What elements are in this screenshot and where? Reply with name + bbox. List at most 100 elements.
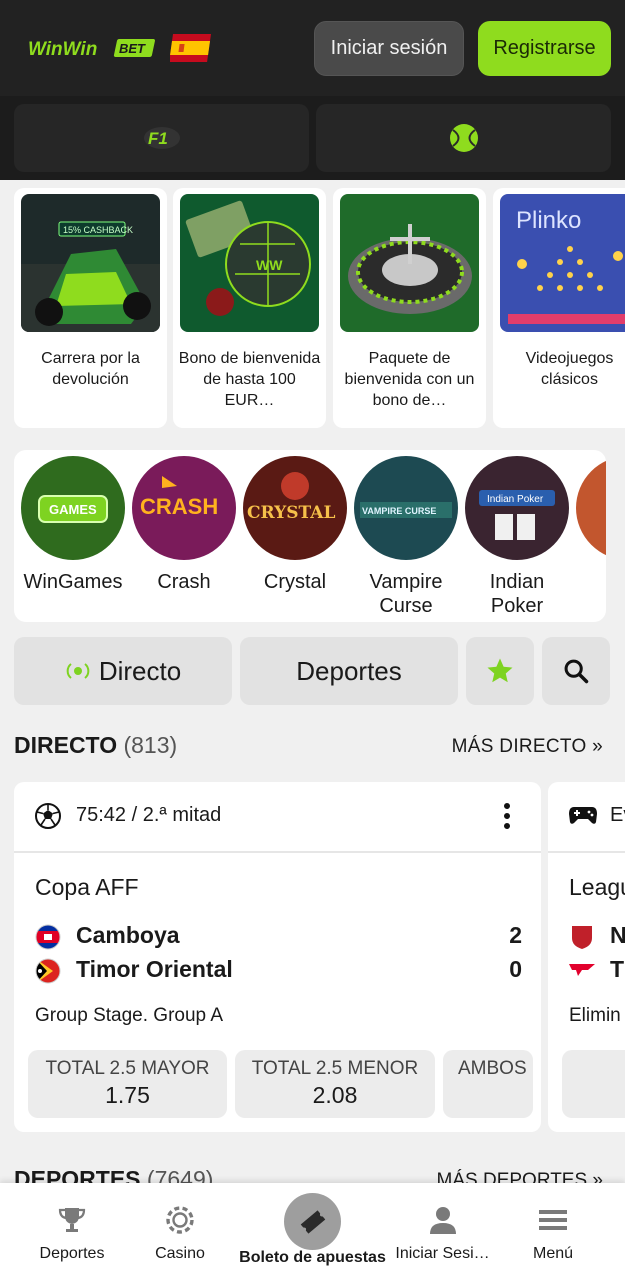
ticket-icon xyxy=(300,1209,325,1234)
promo-image-roulette xyxy=(340,194,479,332)
login-button[interactable]: Iniciar sesión xyxy=(314,21,464,76)
betslip-label[interactable]: Boleto de apuestas xyxy=(230,1249,395,1267)
game-name: Vampire Curse xyxy=(369,571,443,617)
register-button[interactable]: Registrarse xyxy=(478,21,611,76)
game-thumbnail: Indian Poker xyxy=(465,456,569,560)
match-stage: Group Stage. Group A xyxy=(35,1005,224,1026)
match-card-partial[interactable]: Ev Leagu N T Elimin xyxy=(548,782,625,1132)
promo-title: Videojuegos clásicos xyxy=(525,350,614,388)
team-row: Timor Oriental 0 xyxy=(35,956,522,986)
svg-text:VAMPIRE CURSE: VAMPIRE CURSE xyxy=(362,506,436,516)
game-name: B xyxy=(576,570,606,594)
game-item[interactable]: CRYSTAL Crystal xyxy=(243,456,347,594)
svg-text:WinWin: WinWin xyxy=(28,39,97,60)
odds-label: TOTAL 2.5 MAYOR xyxy=(45,1058,210,1079)
nav-menu-label: Menú xyxy=(532,1245,574,1262)
live-title-text: DIRECTO xyxy=(14,732,118,758)
tennis-tab[interactable] xyxy=(316,104,611,172)
promo-title: Carrera por la devolución xyxy=(41,350,140,388)
hamburger-menu-icon xyxy=(539,1210,567,1230)
nav-sports[interactable]: Deportes xyxy=(22,1183,122,1280)
game-item[interactable]: GAMES WinGames xyxy=(21,456,125,594)
promo-image-plinko: Plinko xyxy=(500,194,625,332)
game-item[interactable]: VAMPIRE CURSE Vampire Curse xyxy=(354,456,458,618)
game-item[interactable]: Indian Poker Indian Poker xyxy=(465,456,569,618)
f1-icon: F1 xyxy=(143,127,180,149)
team-name: Camboya xyxy=(76,922,180,948)
team-score: 0 xyxy=(509,956,522,982)
svg-text:CRYSTAL: CRYSTAL xyxy=(247,503,335,523)
more-live-link[interactable]: MÁS DIRECTO » xyxy=(452,736,603,758)
promo-card[interactable]: WW Bono de bienvenida de hasta 100 EUR… xyxy=(173,188,326,428)
league-name: Leagu xyxy=(569,874,625,900)
gamepad-icon xyxy=(569,807,597,824)
nav-casino-label: Casino xyxy=(155,1245,205,1262)
game-thumbnail: VAMPIRE CURSE xyxy=(354,456,458,560)
f1-tab[interactable]: F1 xyxy=(14,104,309,172)
match-card[interactable]: 75:42 / 2.ª mitad Copa AFF Camboya 2 Tim… xyxy=(14,782,541,1132)
nav-casino[interactable]: Casino xyxy=(130,1183,230,1280)
trophy-icon xyxy=(58,1208,86,1232)
sport-quick-nav: F1 xyxy=(0,96,625,180)
game-name: Indian Poker xyxy=(489,571,545,617)
game-thumbnail: GAMES xyxy=(21,456,125,560)
match-time: 75:42 / 2.ª mitad xyxy=(76,804,222,826)
top-header: WinWin BET Iniciar sesión Registrarse xyxy=(0,0,625,96)
star-icon xyxy=(487,658,513,683)
betslip-button[interactable] xyxy=(284,1193,341,1250)
game-name: Crash xyxy=(157,571,211,593)
team-logo-icon xyxy=(569,964,595,976)
team-score: 2 xyxy=(509,922,522,948)
promo-card[interactable]: Paquete de bienvenida con un bono de… xyxy=(333,188,486,428)
svg-text:15% CASHBACK: 15% CASHBACK xyxy=(63,225,133,235)
live-filter-button[interactable]: Directo xyxy=(14,637,232,705)
timor-leste-flag-icon xyxy=(35,958,61,984)
sports-filter-label: Deportes xyxy=(296,655,402,686)
nav-sports-label: Deportes xyxy=(39,1245,105,1262)
card-divider xyxy=(548,851,625,853)
favorites-button[interactable] xyxy=(466,637,534,705)
casino-chip-icon xyxy=(166,1206,194,1234)
odds-button[interactable] xyxy=(562,1050,625,1118)
game-item[interactable]: CRASH Crash xyxy=(132,456,236,594)
nav-menu[interactable]: Menú xyxy=(508,1183,598,1280)
team-name: N xyxy=(610,922,625,948)
game-name: Crystal xyxy=(263,571,327,593)
team-name: T xyxy=(610,956,625,982)
promo-card[interactable]: Plinko Videojuegos clásicos xyxy=(493,188,625,428)
game-thumbnail: CRASH xyxy=(132,456,236,560)
cambodia-flag-icon xyxy=(35,924,61,950)
odds-value: 1.75 xyxy=(105,1082,150,1108)
svg-text:BET: BET xyxy=(119,41,146,56)
promo-carousel: 15% CASHBACK Carrera por la devolución W… xyxy=(0,188,625,430)
search-button[interactable] xyxy=(542,637,610,705)
promo-image-welcome-bonus: WW xyxy=(180,194,319,332)
odds-button[interactable]: TOTAL 2.5 MENOR 2.08 xyxy=(235,1050,435,1118)
odds-value: 2.08 xyxy=(312,1082,358,1108)
team-row: Camboya 2 xyxy=(35,922,522,952)
odds-button[interactable]: TOTAL 2.5 MAYOR 1.75 xyxy=(28,1050,227,1118)
card-divider xyxy=(14,851,541,853)
tennis-ball-icon xyxy=(449,124,478,152)
nav-login-label: Iniciar Sesi… xyxy=(395,1245,490,1262)
team-logo-icon xyxy=(572,926,592,949)
games-carousel: GAMES WinGames CRASH Crash CRYSTAL Cryst… xyxy=(14,450,606,622)
odds-label: AMBOS xyxy=(458,1058,527,1079)
live-filter-label: Directo xyxy=(98,655,182,686)
promo-card[interactable]: 15% CASHBACK Carrera por la devolución xyxy=(14,188,167,428)
winwin-logo[interactable]: WinWin BET xyxy=(28,36,158,60)
svg-text:CRASH: CRASH xyxy=(140,494,218,519)
match-stage: Elimin xyxy=(569,1005,621,1026)
sports-filter-button[interactable]: Deportes xyxy=(240,637,458,705)
more-options-icon[interactable] xyxy=(501,802,513,832)
nav-login[interactable]: Iniciar Sesi… xyxy=(385,1183,500,1280)
game-thumbnail xyxy=(576,456,606,560)
live-section-title: DIRECTO (813) xyxy=(14,732,177,759)
odds-button[interactable]: AMBOS xyxy=(443,1050,533,1118)
game-item[interactable]: B xyxy=(576,456,606,594)
league-name: Copa AFF xyxy=(35,874,139,900)
promo-image-cashback: 15% CASHBACK xyxy=(21,194,160,332)
odds-label: TOTAL 2.5 MENOR xyxy=(251,1058,419,1079)
game-name: WinGames xyxy=(23,571,123,593)
spain-flag-icon[interactable] xyxy=(169,34,212,62)
